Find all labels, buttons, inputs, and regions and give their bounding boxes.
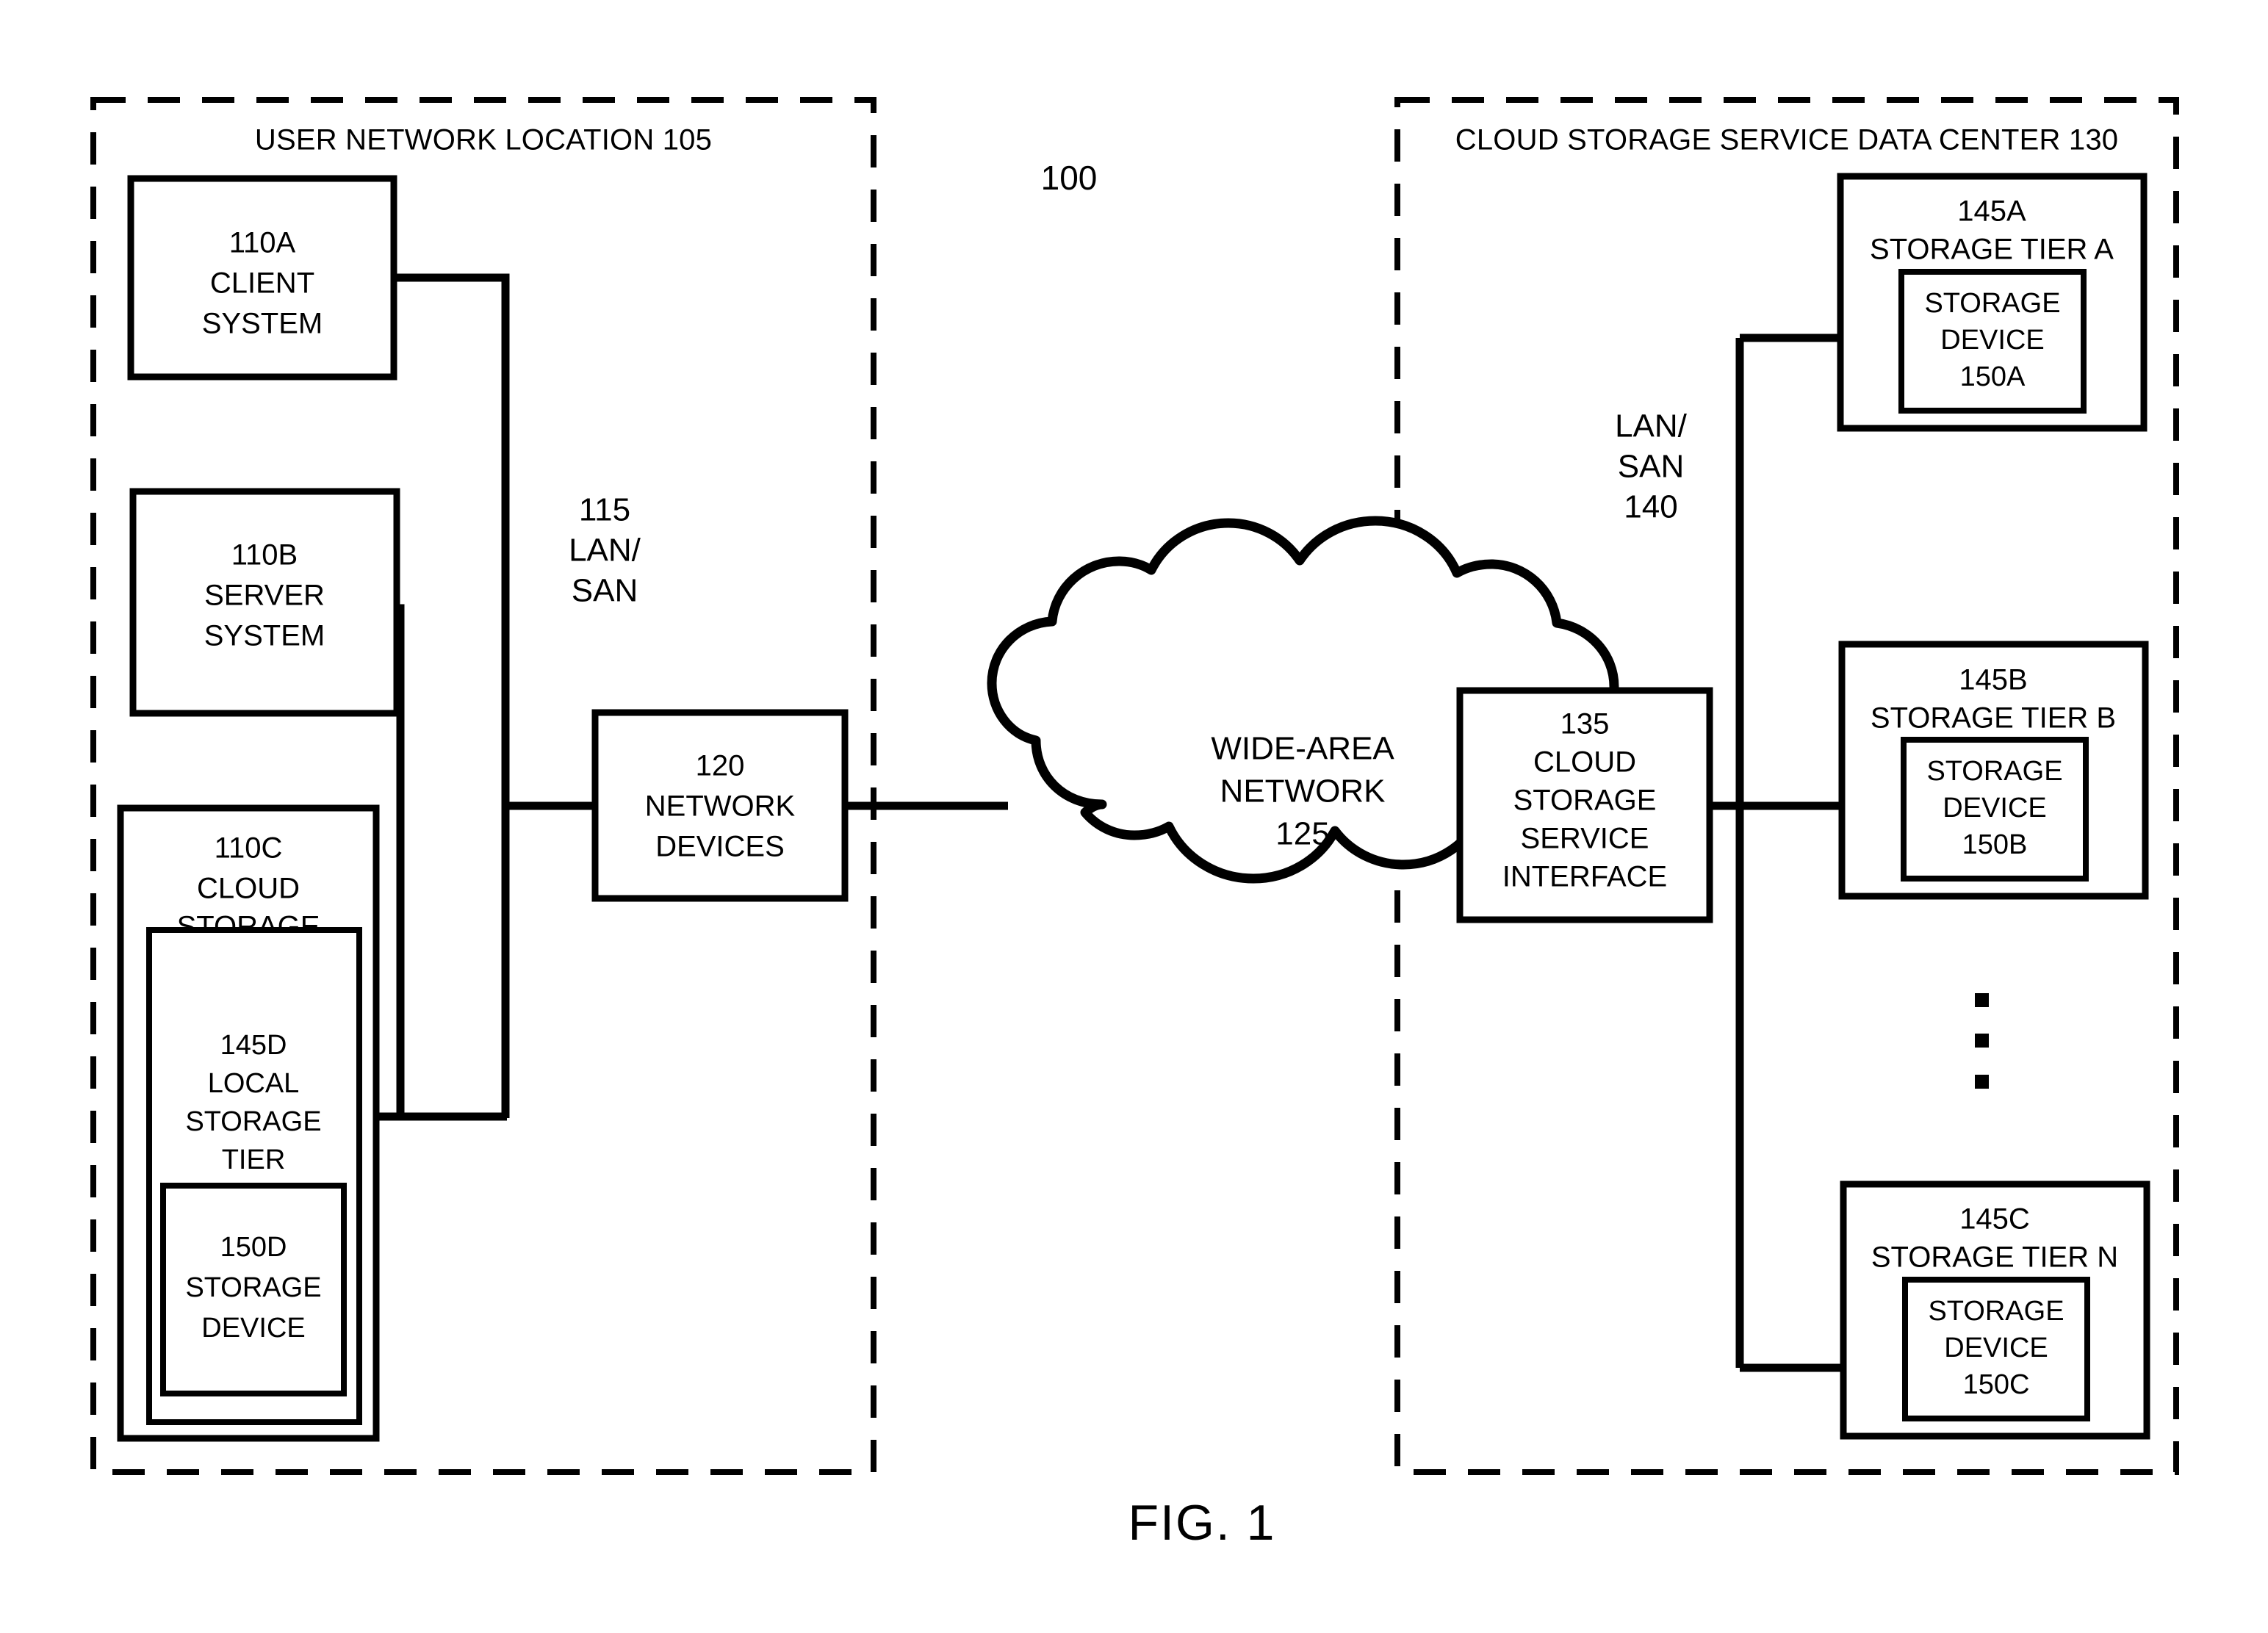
storage-device-150b-line2: DEVICE (1943, 793, 2046, 823)
service-interface-line1: CLOUD (1533, 746, 1636, 779)
lan-san-115-line2: SAN (572, 573, 638, 609)
storage-tier-b-ref: 145B (1959, 664, 2027, 696)
service-interface-line3: SERVICE (1521, 823, 1649, 855)
wan-line2: NETWORK (1220, 774, 1386, 810)
storage-device-150a-line1: STORAGE (1924, 288, 2060, 319)
storage-device-150c-ref: 150C (1963, 1369, 2030, 1400)
lan-san-140-line2: SAN (1618, 449, 1684, 485)
service-interface-ref: 135 (1560, 708, 1610, 740)
server-system-ref: 110B (231, 539, 298, 572)
storage-device-150b-line1: STORAGE (1926, 756, 2062, 787)
lan-san-140-line1: LAN/ (1615, 408, 1688, 444)
storage-tier-n-name: STORAGE TIER N (1871, 1241, 2118, 1274)
network-devices-line2: DEVICES (655, 831, 785, 863)
server-system-line1: SERVER (204, 580, 325, 612)
client-system-line2: SYSTEM (202, 308, 323, 340)
local-storage-tier-line3: TIER (222, 1144, 286, 1175)
client-system-line1: CLIENT (210, 267, 314, 300)
wire-client-to-bus (394, 273, 510, 806)
vertical-ellipsis-icon (1975, 993, 1989, 1089)
network-devices-line1: NETWORK (645, 790, 796, 823)
interface-device-ref: 110C (215, 832, 283, 865)
storage-tier-a-name: STORAGE TIER A (1870, 234, 2114, 266)
lan-san-115-ref: 115 (579, 492, 630, 528)
user-network-location-title: USER NETWORK LOCATION 105 (255, 124, 712, 156)
storage-device-150c-line2: DEVICE (1944, 1333, 2048, 1363)
storage-device-150a-ref: 150A (1960, 361, 2026, 392)
service-interface-line2: STORAGE (1513, 785, 1657, 817)
lan-san-115-line1: LAN/ (569, 533, 641, 569)
storage-tier-b-name: STORAGE TIER B (1871, 702, 2116, 735)
client-system-ref: 110A (229, 227, 296, 259)
cloud-storage-data-center-title: CLOUD STORAGE SERVICE DATA CENTER 130 (1455, 124, 2118, 156)
local-storage-device-ref: 150D (220, 1232, 287, 1263)
local-storage-tier-line1: LOCAL (208, 1068, 300, 1099)
server-system-line2: SYSTEM (204, 620, 325, 652)
local-storage-device-line2: DEVICE (201, 1313, 305, 1344)
storage-device-150c-line1: STORAGE (1928, 1296, 2064, 1327)
wan-ref: 125 (1275, 816, 1329, 852)
fig-1-diagram: 110A CLIENT SYSTEM 110B SERVER SYSTEM 11… (90, 97, 2179, 1551)
wan-line1: WIDE-AREA (1211, 731, 1394, 767)
lan-san-140-ref: 140 (1624, 489, 1677, 525)
storage-tier-a-ref: 145A (1957, 195, 2026, 228)
service-interface-line4: INTERFACE (1502, 861, 1667, 893)
system-ref-100: 100 (1041, 159, 1098, 197)
local-storage-tier-line2: STORAGE (185, 1106, 321, 1137)
figure-caption: FIG. 1 (1128, 1495, 1276, 1551)
local-storage-tier-ref: 145D (220, 1030, 287, 1061)
storage-device-150a-line2: DEVICE (1940, 325, 2044, 356)
interface-device-line1: CLOUD (197, 873, 300, 905)
local-storage-device-line1: STORAGE (185, 1272, 321, 1303)
network-devices-ref: 120 (696, 750, 745, 782)
storage-device-150b-ref: 150B (1962, 829, 2028, 860)
storage-tier-n-ref: 145C (1959, 1203, 2030, 1236)
patent-figure-root: 110A CLIENT SYSTEM 110B SERVER SYSTEM 11… (0, 0, 2268, 1633)
